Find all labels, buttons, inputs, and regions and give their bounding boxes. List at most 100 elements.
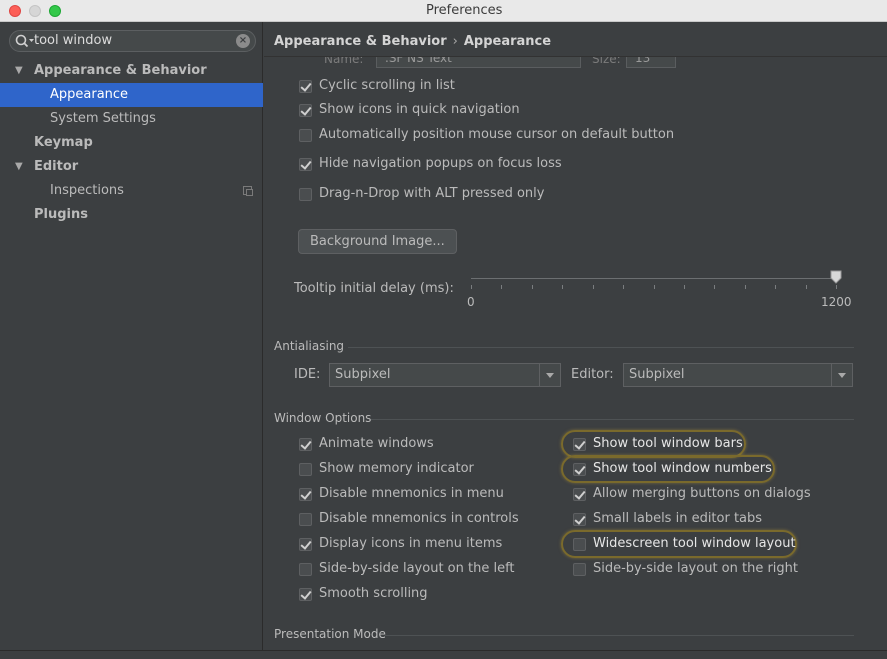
background-image-button[interactable]: Background Image... — [298, 229, 457, 254]
editor-antialiasing-select[interactable]: Subpixel — [623, 363, 853, 387]
sidebar-item-label: Editor — [34, 159, 79, 174]
slider-tick — [531, 285, 533, 289]
font-row-partial: Name: .SF NS Text Size: 13 — [264, 57, 887, 69]
ide-antialiasing-select[interactable]: Subpixel — [329, 363, 561, 387]
font-size-combo[interactable]: 13 — [626, 57, 676, 68]
checkbox-label: Show icons in quick navigation — [319, 102, 520, 117]
tooltip-delay-slider[interactable] — [471, 278, 837, 279]
checkbox-box[interactable] — [299, 188, 312, 201]
sidebar-item-label: System Settings — [50, 111, 156, 126]
font-name-label: Name: — [324, 57, 364, 66]
slider-min-label: 0 — [467, 295, 475, 309]
checkbox-box[interactable] — [299, 513, 312, 526]
checkbox-label: Show tool window bars — [593, 436, 743, 451]
slider-tick — [501, 285, 503, 289]
checkbox-box[interactable] — [299, 80, 312, 93]
clear-search-icon[interactable]: × — [236, 34, 250, 48]
tooltip-delay-label: Tooltip initial delay (ms): — [294, 281, 454, 296]
antialiasing-section-title: Antialiasing — [274, 339, 345, 353]
checkbox-box[interactable] — [299, 463, 312, 476]
expand-arrow-icon[interactable]: ▼ — [15, 59, 23, 83]
sidebar-item-label: Keymap — [34, 135, 93, 150]
sidebar-item-label: Plugins — [34, 207, 88, 222]
title-bar: Preferences — [0, 0, 887, 22]
window-options-section-title: Window Options — [274, 411, 372, 425]
slider-thumb-icon[interactable] — [830, 270, 842, 284]
sidebar-item-system-settings[interactable]: System Settings — [0, 107, 263, 131]
sidebar-item-appearance[interactable]: Appearance — [0, 83, 263, 107]
sidebar-item-label: Inspections — [50, 183, 124, 198]
breadcrumb-parent[interactable]: Appearance & Behavior — [274, 34, 447, 49]
checkbox-box[interactable] — [573, 563, 586, 576]
checkbox-label: Widescreen tool window layout — [593, 536, 796, 551]
sidebar-item-plugins[interactable]: Plugins — [0, 203, 263, 227]
checkbox-label: Show tool window numbers — [593, 461, 772, 476]
slider-tick — [592, 285, 594, 289]
slider-tick — [683, 285, 685, 289]
breadcrumb-separator: › — [452, 34, 458, 49]
checkbox-label: Side-by-side layout on the left — [319, 561, 515, 576]
checkbox-label: Cyclic scrolling in list — [319, 78, 455, 93]
presentation-mode-section-title: Presentation Mode — [274, 627, 386, 641]
checkbox-box[interactable] — [299, 158, 312, 171]
chevron-down-icon[interactable] — [539, 364, 560, 386]
checkbox-box[interactable] — [573, 438, 586, 451]
sidebar-item-editor[interactable]: ▼ Editor — [0, 155, 263, 179]
checkbox-box[interactable] — [299, 129, 312, 142]
checkbox-label: Show memory indicator — [319, 461, 474, 476]
sidebar-item-appearance-behavior[interactable]: ▼ Appearance & Behavior — [0, 59, 263, 83]
slider-tick — [562, 285, 564, 289]
checkbox-label: Side-by-side layout on the right — [593, 561, 799, 576]
sidebar-item-keymap[interactable]: Keymap — [0, 131, 263, 155]
checkbox-box[interactable] — [573, 463, 586, 476]
slider-tick — [744, 285, 746, 289]
ide-aa-label: IDE: — [294, 367, 321, 382]
sidebar-item-label: Appearance & Behavior — [34, 63, 207, 78]
checkbox-box[interactable] — [573, 538, 586, 551]
sidebar-item-label: Appearance — [50, 87, 129, 102]
settings-content: Appearance & Behavior › Appearance Name: .… — [264, 22, 887, 659]
slider-tick — [836, 285, 837, 289]
sidebar-item-inspections[interactable]: Inspections — [0, 179, 263, 203]
checkbox-label: Display icons in menu items — [319, 536, 503, 551]
checkbox-box[interactable] — [573, 513, 586, 526]
checkbox-label: Drag-n-Drop with ALT pressed only — [319, 186, 545, 201]
checkbox-label: Disable mnemonics in menu — [319, 486, 504, 501]
slider-tick — [623, 285, 625, 289]
checkbox-label: Small labels in editor tabs — [593, 511, 763, 526]
search-field[interactable]: tool window × — [9, 30, 256, 52]
breadcrumb: Appearance & Behavior › Appearance — [274, 34, 551, 49]
section-divider — [385, 635, 854, 636]
checkbox-label: Disable mnemonics in controls — [319, 511, 519, 526]
checkbox-label: Animate windows — [319, 436, 434, 451]
settings-sidebar: tool window × ▼ Appearance & Behavior Ap… — [0, 22, 263, 659]
checkbox-label: Hide navigation popups on focus loss — [319, 156, 562, 171]
expand-arrow-icon[interactable]: ▼ — [15, 155, 23, 179]
window-title: Preferences — [426, 3, 503, 18]
checkbox-label: Allow merging buttons on dialogs — [593, 486, 811, 501]
slider-tick — [714, 285, 716, 289]
search-input[interactable]: tool window — [34, 33, 112, 48]
project-settings-icon — [243, 186, 253, 196]
font-name-combo[interactable]: .SF NS Text — [376, 57, 581, 68]
checkbox-label: Smooth scrolling — [319, 586, 428, 601]
checkbox-box[interactable] — [299, 438, 312, 451]
checkbox-box[interactable] — [299, 538, 312, 551]
checkbox-box[interactable] — [299, 488, 312, 501]
slider-tick — [471, 285, 472, 289]
editor-aa-label: Editor: — [571, 367, 614, 382]
section-divider — [371, 419, 854, 420]
select-value: Subpixel — [629, 367, 685, 382]
slider-max-label: 1200 — [821, 295, 852, 309]
chevron-down-icon[interactable] — [831, 364, 852, 386]
checkbox-box[interactable] — [573, 488, 586, 501]
slider-tick — [775, 285, 777, 289]
font-size-label: Size: — [592, 57, 621, 66]
checkbox-box[interactable] — [299, 563, 312, 576]
bottom-bar — [0, 650, 887, 659]
checkbox-label: Automatically position mouse cursor on d… — [319, 127, 675, 142]
checkbox-box[interactable] — [299, 104, 312, 117]
checkbox-box[interactable] — [299, 588, 312, 601]
slider-tick — [805, 285, 807, 289]
search-icon[interactable] — [14, 33, 36, 49]
